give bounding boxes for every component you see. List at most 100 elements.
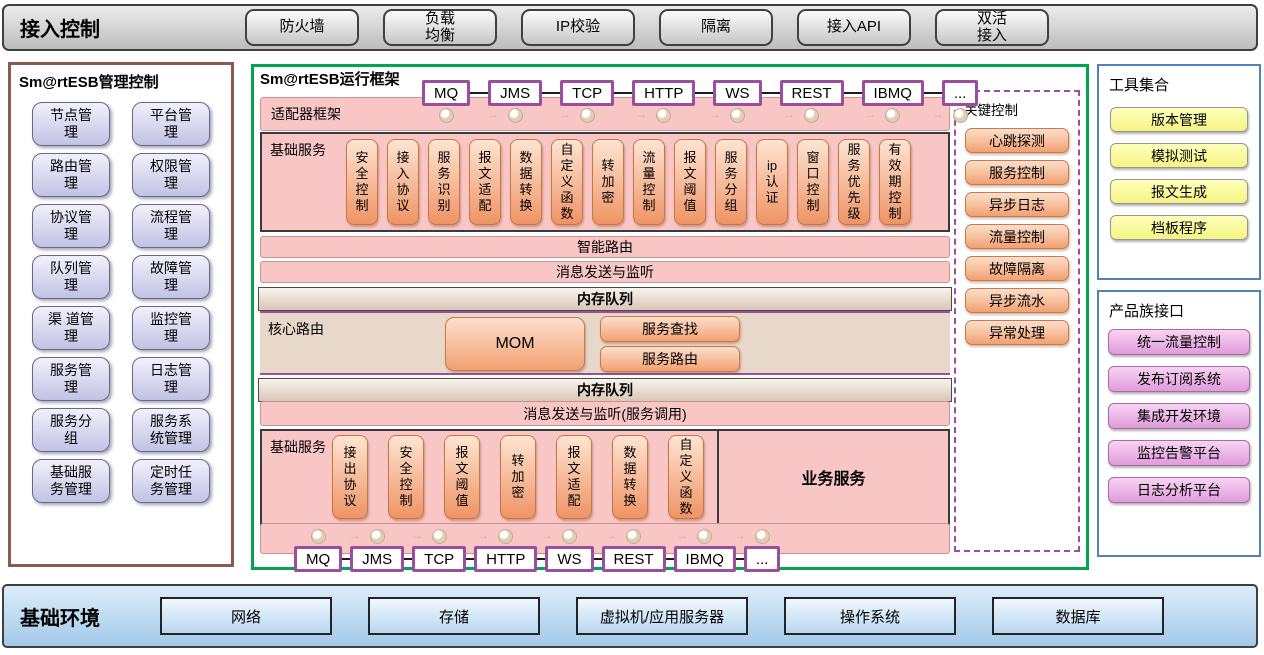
mock-test-button[interactable]: 模拟测试 — [1110, 143, 1248, 168]
network-button[interactable]: 网络 — [160, 597, 332, 635]
flow-control-button[interactable]: 流量控制 — [965, 224, 1069, 249]
protocol-box-ws[interactable]: WS — [713, 80, 761, 106]
service-item[interactable]: 流量控制 — [633, 139, 665, 225]
service-item-label: 数据转换 — [519, 150, 534, 213]
core-routing-section: 核心路由 MOM 服务查找 服务路由 — [260, 311, 950, 375]
service-find-button[interactable]: 服务查找 — [600, 316, 740, 342]
protocol-cell: WS — [713, 80, 761, 123]
ide-button[interactable]: 集成开发环境 — [1108, 403, 1250, 429]
service-item[interactable]: 数据转换 — [510, 139, 542, 225]
service-control-button[interactable]: 服务控制 — [965, 160, 1069, 185]
protocol-box-ws[interactable]: WS — [545, 546, 593, 572]
log-analysis-platform-button[interactable]: 日志分析平台 — [1108, 477, 1250, 503]
base-environment-title: 基础环境 — [20, 602, 160, 631]
platform-mgmt-button[interactable]: 平台管理 — [132, 102, 210, 146]
service-item[interactable]: 接出协议 — [332, 435, 368, 519]
access-control-title: 接入控制 — [20, 13, 245, 42]
service-route-button[interactable]: 服务路由 — [600, 346, 740, 372]
service-item[interactable]: 报文适配 — [469, 139, 501, 225]
service-item[interactable]: 报文阈值 — [444, 435, 480, 519]
protocol-box-more[interactable]: ... — [744, 546, 781, 572]
unified-flow-control-button[interactable]: 统一流量控制 — [1108, 329, 1250, 355]
service-item[interactable]: 数据转换 — [612, 435, 648, 519]
isolation-button[interactable]: 隔离 — [659, 9, 773, 46]
service-item[interactable]: 安全控制 — [388, 435, 424, 519]
monitor-alert-platform-button[interactable]: 监控告警平台 — [1108, 440, 1250, 466]
access-api-button[interactable]: 接入API — [797, 9, 911, 46]
service-system-mgmt-button[interactable]: 服务系统管理 — [132, 408, 210, 452]
channel-mgmt-button[interactable]: 渠 道管理 — [32, 306, 110, 350]
service-item[interactable]: 报文适配 — [556, 435, 592, 519]
async-flow-button[interactable]: 异步流水 — [965, 288, 1069, 313]
protocol-box-http[interactable]: HTTP — [632, 80, 695, 106]
protocol-box-tcp[interactable]: TCP — [560, 80, 614, 106]
protocol-cell: MQ — [422, 80, 470, 123]
process-mgmt-button[interactable]: 流程管理 — [132, 204, 210, 248]
fault-isolation-button[interactable]: 故障隔离 — [965, 256, 1069, 281]
service-item[interactable]: 转加密 — [592, 139, 624, 225]
protocol-box-jms[interactable]: JMS — [488, 80, 542, 106]
protocol-box-ibmq[interactable]: IBMQ — [862, 80, 924, 106]
protocol-box-jms[interactable]: JMS — [350, 546, 404, 572]
service-item[interactable]: 安全控制 — [346, 139, 378, 225]
protocol-mgmt-button[interactable]: 协议管理 — [32, 204, 110, 248]
connector-dot-icon — [755, 529, 770, 544]
storage-button[interactable]: 存储 — [368, 597, 540, 635]
service-item[interactable]: 接入协议 — [387, 139, 419, 225]
protocol-box-http[interactable]: HTTP — [474, 546, 537, 572]
service-item[interactable]: 服务分组 — [715, 139, 747, 225]
service-item[interactable]: 报文阈值 — [674, 139, 706, 225]
vm-app-server-button[interactable]: 虚拟机/应用服务器 — [576, 597, 748, 635]
basic-service-mgmt-button[interactable]: 基础服务管理 — [32, 459, 110, 503]
protocol-box-mq[interactable]: MQ — [294, 546, 342, 572]
service-item[interactable]: 自定义函数 — [551, 139, 583, 225]
database-button[interactable]: 数据库 — [992, 597, 1164, 635]
ip-check-button[interactable]: IP校验 — [521, 9, 635, 46]
monitor-mgmt-button[interactable]: 监控管理 — [132, 306, 210, 350]
service-mgmt-button[interactable]: 服务管理 — [32, 357, 110, 401]
heartbeat-detect-button[interactable]: 心跳探测 — [965, 128, 1069, 153]
permission-mgmt-button[interactable]: 权限管理 — [132, 153, 210, 197]
node-mgmt-button[interactable]: 节点管理 — [32, 102, 110, 146]
runtime-framework-title: Sm@rtESB运行框架 — [260, 68, 400, 89]
connector-dot-icon — [656, 108, 671, 123]
load-balance-button[interactable]: 负载 均衡 — [383, 9, 497, 46]
queue-mgmt-button[interactable]: 队列管理 — [32, 255, 110, 299]
dual-active-button[interactable]: 双活 接入 — [935, 9, 1049, 46]
service-group-button[interactable]: 服务分组 — [32, 408, 110, 452]
protocol-box-ibmq[interactable]: IBMQ — [674, 546, 736, 572]
key-control-list: 心跳探测 服务控制 异步日志 流量控制 故障隔离 异步流水 异常处理 — [965, 128, 1069, 345]
protocol-box-more[interactable]: ... — [942, 80, 979, 106]
async-log-button[interactable]: 异步日志 — [965, 192, 1069, 217]
mom-button[interactable]: MOM — [445, 317, 585, 371]
service-item-label: 服务优先级 — [847, 142, 862, 221]
protocol-box-rest[interactable]: REST — [780, 80, 844, 106]
connector-dot-icon — [580, 108, 595, 123]
pubsub-system-button[interactable]: 发布订阅系统 — [1108, 366, 1250, 392]
os-button[interactable]: 操作系统 — [784, 597, 956, 635]
tools-title: 工具集合 — [1109, 74, 1169, 95]
memory-queue-top-bar: 内存队列 — [258, 287, 952, 311]
fault-mgmt-button[interactable]: 故障管理 — [132, 255, 210, 299]
exception-handling-button[interactable]: 异常处理 — [965, 320, 1069, 345]
log-mgmt-button[interactable]: 日志管理 — [132, 357, 210, 401]
protocol-box-tcp[interactable]: TCP — [412, 546, 466, 572]
service-item[interactable]: 转加密 — [500, 435, 536, 519]
connector-dot-icon — [697, 529, 712, 544]
service-item[interactable]: 有效期控制 — [879, 139, 911, 225]
firewall-button[interactable]: 防火墙 — [245, 9, 359, 46]
service-item[interactable]: 服务识别 — [428, 139, 460, 225]
message-generate-button[interactable]: 报文生成 — [1110, 179, 1248, 204]
basic-services-bottom-items: 接出协议 安全控制 报文阈值 转加密 报文适配 数据转换 自定义函数 — [332, 435, 704, 519]
service-item[interactable]: ip认证 — [756, 139, 788, 225]
route-mgmt-button[interactable]: 路由管理 — [32, 153, 110, 197]
version-mgmt-button[interactable]: 版本管理 — [1110, 107, 1248, 132]
stub-program-button[interactable]: 档板程序 — [1110, 215, 1248, 240]
service-item[interactable]: 窗口控制 — [797, 139, 829, 225]
connector-dot-icon — [804, 108, 819, 123]
protocol-box-rest[interactable]: REST — [602, 546, 666, 572]
protocol-box-mq[interactable]: MQ — [422, 80, 470, 106]
service-item[interactable]: 服务优先级 — [838, 139, 870, 225]
service-item[interactable]: 自定义函数 — [668, 435, 704, 519]
timer-task-mgmt-button[interactable]: 定时任务管理 — [132, 459, 210, 503]
